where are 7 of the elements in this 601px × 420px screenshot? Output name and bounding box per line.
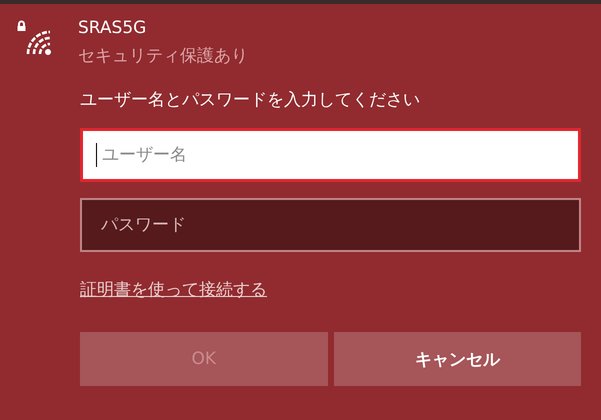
prompt-text: ユーザー名とパスワードを入力してください bbox=[80, 89, 421, 112]
cancel-button[interactable]: キャンセル bbox=[334, 332, 581, 386]
certificate-link[interactable]: 証明書を使って接続する bbox=[80, 278, 267, 302]
network-name: SRAS5G bbox=[78, 17, 148, 40]
password-field[interactable]: パスワード bbox=[80, 198, 581, 252]
username-field[interactable]: ユーザー名 bbox=[80, 128, 581, 182]
security-status: セキュリティ保護あり bbox=[78, 45, 248, 68]
